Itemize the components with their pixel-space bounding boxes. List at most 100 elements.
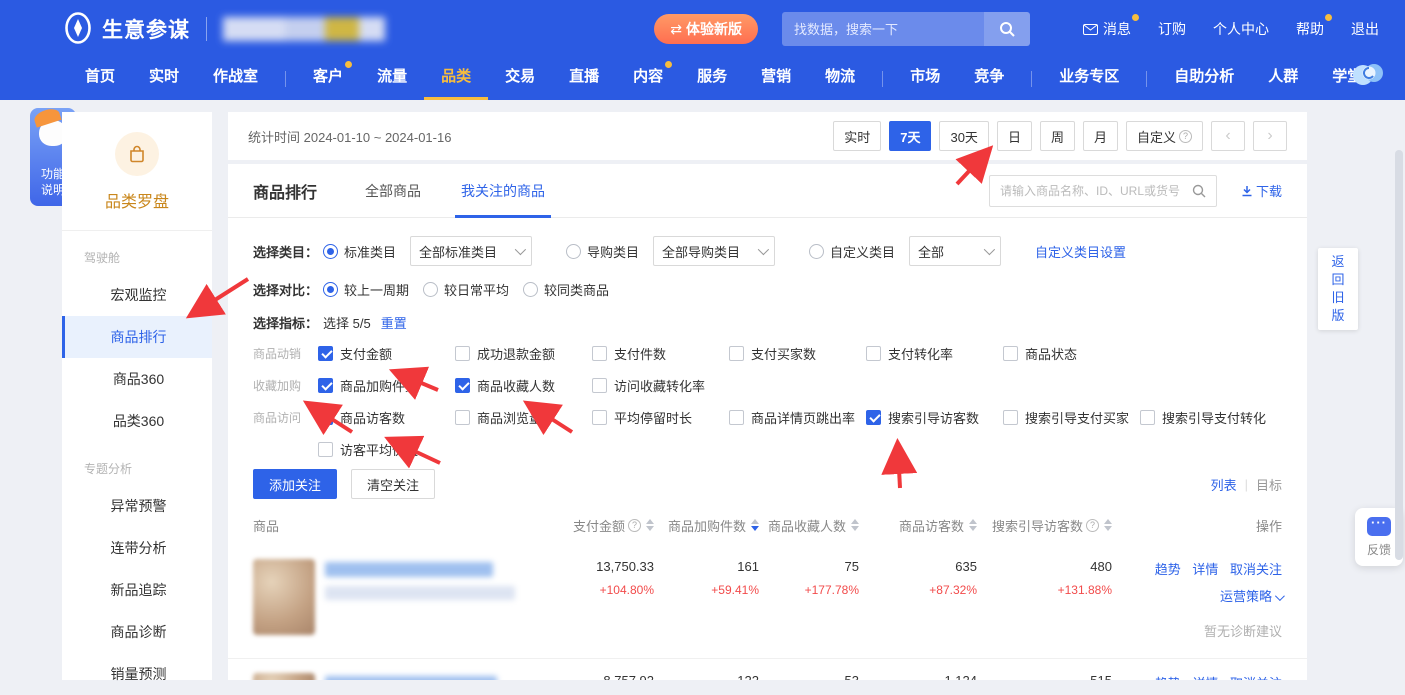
operation-strategy-link[interactable]: 运营策略: [1220, 586, 1282, 605]
radio-icon[interactable]: [809, 244, 824, 259]
sidebar-item-new-product-tracking[interactable]: 新品追踪: [62, 569, 212, 611]
sidebar-item-product-ranking[interactable]: 商品排行: [62, 316, 212, 358]
menu-messages[interactable]: 消息: [1083, 19, 1131, 39]
checkbox-icon[interactable]: [1140, 410, 1155, 425]
checkbox-icon[interactable]: [455, 410, 470, 425]
view-target-link[interactable]: 目标: [1256, 475, 1282, 494]
metric-refund-amount[interactable]: 成功退款金额: [455, 344, 592, 363]
nav-customer[interactable]: 客户: [296, 58, 360, 100]
radio-icon[interactable]: [323, 282, 338, 297]
metric-pay-buyers[interactable]: 支付买家数: [729, 344, 866, 363]
metric-search-guided-buyers[interactable]: 搜索引导支付买家: [1003, 408, 1140, 427]
metric-pay-items[interactable]: 支付件数: [592, 344, 729, 363]
nav-live[interactable]: 直播: [552, 58, 616, 100]
metric-avg-stay-time[interactable]: 平均停留时长: [592, 408, 729, 427]
radio-guide-category[interactable]: 导购类目: [566, 242, 639, 261]
checkbox-icon[interactable]: [318, 378, 333, 393]
experience-new-version-button[interactable]: ⇄ 体验新版: [654, 14, 758, 44]
unfollow-link[interactable]: 取消关注: [1230, 562, 1282, 577]
nav-marketing[interactable]: 营销: [744, 58, 808, 100]
metric-search-guided-conversion[interactable]: 搜索引导支付转化: [1140, 408, 1277, 427]
sort-icons[interactable]: [1104, 515, 1112, 535]
detail-link[interactable]: 详情: [1192, 562, 1218, 577]
brand[interactable]: 生意参谋: [64, 12, 190, 47]
col-pay-amount[interactable]: 支付金额: [544, 515, 654, 535]
checkbox-icon[interactable]: [455, 378, 470, 393]
metric-pay-conversion[interactable]: 支付转化率: [866, 344, 1003, 363]
nav-traffic[interactable]: 流量: [360, 58, 424, 100]
metric-visitor-avg-value[interactable]: 访客平均价值: [318, 440, 455, 459]
sidebar-item-product-360[interactable]: 商品360: [62, 358, 212, 400]
menu-help[interactable]: 帮助: [1296, 19, 1324, 39]
checkbox-icon[interactable]: [1003, 346, 1018, 361]
custom-category-settings-link[interactable]: 自定义类目设置: [1035, 242, 1126, 261]
metric-cart-items[interactable]: 商品加购件数: [318, 376, 455, 395]
metric-product-visitors[interactable]: 商品访客数: [318, 408, 455, 427]
search-icon[interactable]: [1192, 184, 1206, 198]
range-custom[interactable]: 自定义: [1126, 121, 1203, 151]
sidebar-item-association-analysis[interactable]: 连带分析: [62, 527, 212, 569]
nav-logistics[interactable]: 物流: [808, 58, 872, 100]
metric-detail-bounce-rate[interactable]: 商品详情页跳出率: [729, 408, 866, 427]
sort-icons[interactable]: [751, 515, 759, 535]
checkbox-icon[interactable]: [729, 410, 744, 425]
clear-follow-button[interactable]: 清空关注: [351, 469, 435, 499]
menu-subscribe[interactable]: 订购: [1158, 19, 1186, 39]
nav-business-zone[interactable]: 业务专区: [1042, 58, 1136, 100]
sidebar-item-category-360[interactable]: 品类360: [62, 400, 212, 442]
checkbox-icon[interactable]: [592, 346, 607, 361]
nav-trade[interactable]: 交易: [488, 58, 552, 100]
sidebar-item-macro-monitor[interactable]: 宏观监控: [62, 274, 212, 316]
radio-vs-daily-average[interactable]: 较日常平均: [423, 280, 509, 299]
radio-standard-category[interactable]: 标准类目: [323, 242, 396, 261]
detail-link[interactable]: 详情: [1192, 676, 1218, 680]
radio-icon[interactable]: [566, 244, 581, 259]
checkbox-icon[interactable]: [318, 442, 333, 457]
range-week[interactable]: 周: [1040, 121, 1075, 151]
tab-all-products[interactable]: 全部商品: [365, 164, 421, 218]
menu-personal-center[interactable]: 个人中心: [1213, 19, 1269, 39]
sort-icons[interactable]: [851, 515, 859, 535]
radio-vs-previous-period[interactable]: 较上一周期: [323, 280, 409, 299]
radio-icon[interactable]: [423, 282, 438, 297]
header-search-button[interactable]: [984, 12, 1030, 46]
radio-icon[interactable]: [323, 244, 338, 259]
range-7days[interactable]: 7天: [889, 121, 931, 151]
checkbox-icon[interactable]: [318, 410, 333, 425]
back-to-old-version-button[interactable]: 返回旧版: [1318, 248, 1358, 330]
sidebar-item-anomaly-alert[interactable]: 异常预警: [62, 485, 212, 527]
col-visitors[interactable]: 商品访客数: [859, 515, 977, 535]
col-collect-users[interactable]: 商品收藏人数: [759, 515, 859, 535]
checkbox-icon[interactable]: [866, 346, 881, 361]
nav-service[interactable]: 服务: [680, 58, 744, 100]
col-cart-items[interactable]: 商品加购件数: [654, 515, 759, 535]
radio-icon[interactable]: [523, 282, 538, 297]
nav-competition[interactable]: 竞争: [957, 58, 1021, 100]
checkbox-icon[interactable]: [318, 346, 333, 361]
checkbox-icon[interactable]: [729, 346, 744, 361]
checkbox-icon[interactable]: [1003, 410, 1018, 425]
tab-followed-products[interactable]: 我关注的商品: [461, 164, 545, 218]
metric-collect-users[interactable]: 商品收藏人数: [455, 376, 592, 395]
sort-icons[interactable]: [646, 515, 654, 535]
metric-product-status[interactable]: 商品状态: [1003, 344, 1140, 363]
sidebar-item-sales-forecast[interactable]: 销量预测: [62, 653, 212, 695]
download-button[interactable]: 下载: [1241, 181, 1282, 200]
menu-logout[interactable]: 退出: [1351, 19, 1379, 39]
nav-warroom[interactable]: 作战室: [196, 58, 275, 100]
trend-link[interactable]: 趋势: [1155, 676, 1181, 680]
radio-custom-category[interactable]: 自定义类目: [809, 242, 895, 261]
guide-category-select[interactable]: 全部导购类目: [653, 236, 775, 266]
metric-visit-collect-conversion[interactable]: 访问收藏转化率: [592, 376, 729, 395]
view-list-link[interactable]: 列表: [1211, 475, 1237, 494]
product-image-redacted[interactable]: [253, 673, 315, 680]
col-search-guided-visitors[interactable]: 搜索引导访客数: [977, 515, 1112, 535]
range-day[interactable]: 日: [997, 121, 1032, 151]
header-search-input[interactable]: [782, 12, 984, 46]
nav-audience[interactable]: 人群: [1251, 58, 1315, 100]
metric-pay-amount[interactable]: 支付金额: [318, 344, 455, 363]
product-search-input[interactable]: [1000, 184, 1192, 198]
checkbox-icon[interactable]: [592, 410, 607, 425]
range-30days[interactable]: 30天: [939, 121, 988, 151]
nav-home[interactable]: 首页: [68, 58, 132, 100]
